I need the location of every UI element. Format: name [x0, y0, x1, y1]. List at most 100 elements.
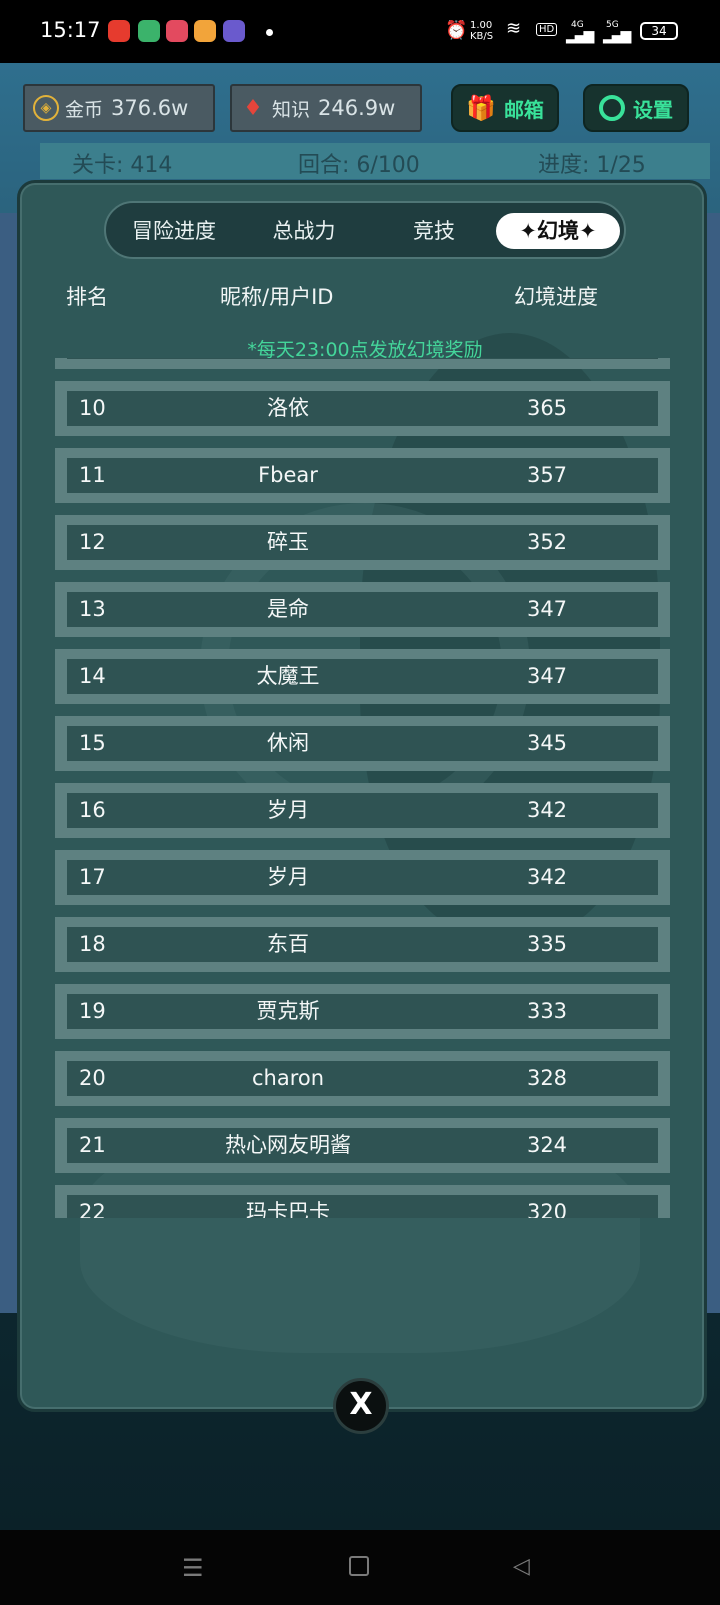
row-progress: 324 [526, 1133, 568, 1157]
mail-button[interactable]: 🎁 邮箱 [451, 84, 559, 132]
table-row[interactable]: 19 贾克斯 333 [55, 984, 670, 1039]
row-rank: 11 [79, 463, 106, 487]
row-progress: 365 [526, 396, 568, 420]
wifi-icon: ≋ [506, 18, 522, 39]
gift-icon: 🎁 [466, 94, 496, 122]
row-nickname: 东百 [267, 932, 309, 956]
close-button[interactable]: X [333, 1378, 389, 1434]
row-nickname: 休闲 [267, 731, 309, 755]
notification-dot-icon [266, 29, 273, 36]
ranking-list[interactable]: 9 别致 366 10 洛依 365 11 Fbear 357 12 碎玉 352 13 是命 347 14 太… [55, 358, 675, 1218]
row-nickname: 贾克斯 [256, 999, 320, 1023]
row-rank: 13 [79, 597, 106, 621]
stage-label: 关卡: 414 [72, 153, 173, 178]
settings-label: 设置 [633, 97, 673, 122]
tab-illusion[interactable]: ✦幻境✦ [496, 213, 620, 249]
table-row[interactable]: 21 热心网友明酱 324 [55, 1118, 670, 1173]
row-nickname: 碎玉 [267, 530, 309, 554]
recent-apps-icon[interactable]: ☰ [182, 1554, 204, 1582]
row-nickname: 洛依 [267, 396, 309, 420]
gold-coin-icon: ◈ [33, 95, 59, 121]
row-nickname: 岁月 [267, 798, 309, 822]
row-rank: 14 [79, 664, 106, 688]
table-row[interactable]: 16 岁月 342 [55, 783, 670, 838]
row-progress: 352 [526, 530, 568, 554]
row-progress: 357 [526, 463, 568, 487]
header-rank: 排名 [66, 285, 108, 309]
knowledge-label: 知识 [272, 98, 311, 121]
table-row[interactable]: 12 碎玉 352 [55, 515, 670, 570]
row-progress: 342 [526, 865, 568, 889]
status-bar: 15:17 ⏰ 1.00 KB/S ≋ HD 4G ▂▄▆ 5G ▂▄▆ 34 [0, 0, 720, 63]
row-nickname: charon [251, 1066, 325, 1090]
row-progress: 347 [526, 664, 568, 688]
table-row[interactable]: 22 玛卡巴卡 320 [55, 1185, 670, 1218]
table-row[interactable]: 9 别致 366 [55, 358, 670, 369]
screen: 15:17 ⏰ 1.00 KB/S ≋ HD 4G ▂▄▆ 5G ▂▄▆ 34 … [0, 0, 720, 1605]
status-time: 15:17 [40, 18, 101, 42]
knowledge-resource: ♦ 知识 246.9w [230, 84, 422, 132]
row-nickname: 太魔王 [256, 664, 320, 688]
row-rank: 21 [79, 1133, 106, 1157]
row-nickname: 是命 [267, 597, 309, 621]
weibo-app-icon [108, 20, 130, 42]
tab-arena[interactable]: 竞技 [384, 213, 484, 249]
row-rank: 22 [79, 1200, 106, 1218]
ranking-panel: 冒险进度 总战力 竞技 ✦幻境✦ 排名 昵称/用户ID 幻境进度 *每天23:0… [17, 180, 707, 1412]
row-rank: 19 [79, 999, 106, 1023]
signal-bars-1-icon: ▂▄▆ [566, 28, 594, 44]
settings-button[interactable]: 设置 [583, 84, 689, 132]
row-progress: 347 [526, 597, 568, 621]
table-row[interactable]: 14 太魔王 347 [55, 649, 670, 704]
row-progress: 328 [526, 1066, 568, 1090]
table-row[interactable]: 11 Fbear 357 [55, 448, 670, 503]
tab-total-power[interactable]: 总战力 [254, 213, 354, 249]
back-icon[interactable]: ◁ [513, 1554, 530, 1579]
progress-label: 进度: 1/25 [538, 153, 646, 178]
row-progress: 342 [526, 798, 568, 822]
ranking-tab-bar: 冒险进度 总战力 竞技 ✦幻境✦ [104, 201, 626, 259]
row-rank: 12 [79, 530, 106, 554]
table-row[interactable]: 15 休闲 345 [55, 716, 670, 771]
video-app-icon [138, 20, 160, 42]
round-label: 回合: 6/100 [298, 153, 420, 178]
row-rank: 16 [79, 798, 106, 822]
row-rank: 17 [79, 865, 106, 889]
row-progress: 333 [526, 999, 568, 1023]
map-app-icon [166, 20, 188, 42]
tab-adventure-progress[interactable]: 冒险进度 [124, 213, 224, 249]
settings-icon [599, 95, 625, 121]
header-illusion-progress: 幻境进度 [514, 285, 598, 309]
table-row[interactable]: 20 charon 328 [55, 1051, 670, 1106]
home-icon[interactable] [349, 1556, 369, 1576]
row-nickname: 岁月 [267, 865, 309, 889]
row-nickname: Fbear [258, 463, 318, 487]
row-rank: 20 [79, 1066, 106, 1090]
table-row[interactable]: 13 是命 347 [55, 582, 670, 637]
alarm-icon: ⏰ [445, 20, 468, 41]
system-nav-bar: ☰ ◁ [0, 1530, 720, 1605]
header-nickname: 昵称/用户ID [220, 285, 334, 309]
row-progress: 320 [526, 1200, 568, 1218]
browser-app-icon [223, 20, 245, 42]
row-progress: 345 [526, 731, 568, 755]
row-nickname: 玛卡巴卡 [246, 1200, 330, 1218]
row-rank: 18 [79, 932, 106, 956]
net-speed: 1.00 KB/S [470, 20, 494, 42]
gold-value: 376.6w [111, 96, 189, 120]
hd-badge: HD [536, 23, 558, 36]
row-progress: 335 [526, 932, 568, 956]
level-strip: 关卡: 414 回合: 6/100 进度: 1/25 [40, 143, 710, 179]
row-rank: 10 [79, 396, 106, 420]
battery-icon: 34 [640, 22, 678, 40]
signal-bars-2-icon: ▂▄▆ [603, 28, 631, 44]
row-rank: 15 [79, 731, 106, 755]
knowledge-value: 246.9w [318, 96, 396, 120]
row-nickname: 热心网友明酱 [225, 1133, 351, 1157]
game-app-icon [194, 20, 216, 42]
table-row[interactable]: 17 岁月 342 [55, 850, 670, 905]
knowledge-flame-icon: ♦ [243, 95, 263, 121]
table-row[interactable]: 18 东百 335 [55, 917, 670, 972]
table-row[interactable]: 10 洛依 365 [55, 381, 670, 436]
row-rank: 9 [79, 358, 92, 369]
